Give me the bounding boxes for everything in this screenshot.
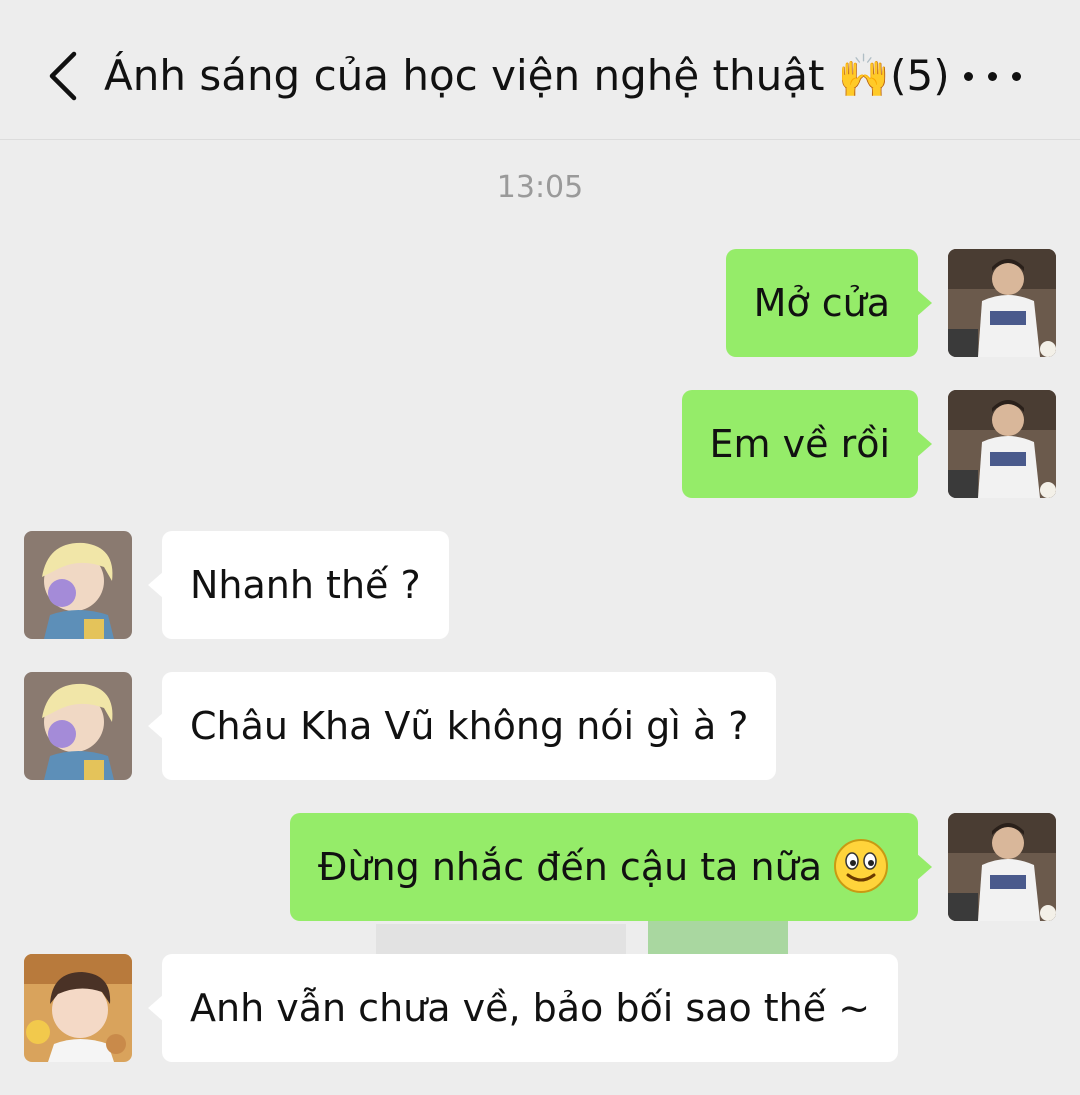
my-avatar[interactable] bbox=[948, 813, 1056, 921]
contact-avatar-2[interactable] bbox=[24, 954, 132, 1062]
smile-icon bbox=[834, 838, 888, 893]
contact-message-bubble[interactable]: Châu Kha Vũ không nói gì à ? bbox=[147, 672, 777, 780]
contact-avatar[interactable] bbox=[24, 531, 132, 639]
message-row: Nhanh thế ? bbox=[0, 531, 1080, 639]
message-timestamp: 13:05 bbox=[496, 170, 584, 205]
contact-message-bubble[interactable]: Anh vẫn chưa về, bảo bối sao thế ~ bbox=[147, 954, 899, 1062]
my-avatar[interactable] bbox=[948, 390, 1056, 498]
message-row: Anh vẫn chưa về, bảo bối sao thế ~ bbox=[0, 954, 1080, 1062]
back-arrow-icon[interactable] bbox=[44, 50, 84, 102]
watermark bbox=[376, 918, 796, 958]
my-message-bubble[interactable]: Đừng nhắc đến cậu ta nữa bbox=[290, 813, 932, 921]
more-options-icon[interactable] bbox=[962, 66, 1024, 86]
message-row: Đừng nhắc đến cậu ta nữa bbox=[0, 813, 1080, 921]
my-avatar[interactable] bbox=[948, 249, 1056, 357]
message-text: Đừng nhắc đến cậu ta nữa bbox=[318, 845, 822, 889]
message-row: Em về rồi bbox=[0, 390, 1080, 498]
message-row: Mở cửa bbox=[0, 249, 1080, 357]
contact-message-bubble[interactable]: Nhanh thế ? bbox=[148, 531, 449, 639]
message-row: Châu Kha Vũ không nói gì à ? bbox=[0, 672, 1080, 780]
my-message-bubble[interactable]: Mở cửa bbox=[725, 249, 933, 357]
chat-header: Ánh sáng của học viện nghệ thuật 🙌(5) bbox=[0, 0, 1080, 140]
my-message-bubble[interactable]: Em về rồi bbox=[681, 390, 933, 498]
chat-title: Ánh sáng của học viện nghệ thuật 🙌(5) bbox=[104, 51, 950, 100]
contact-avatar[interactable] bbox=[24, 672, 132, 780]
